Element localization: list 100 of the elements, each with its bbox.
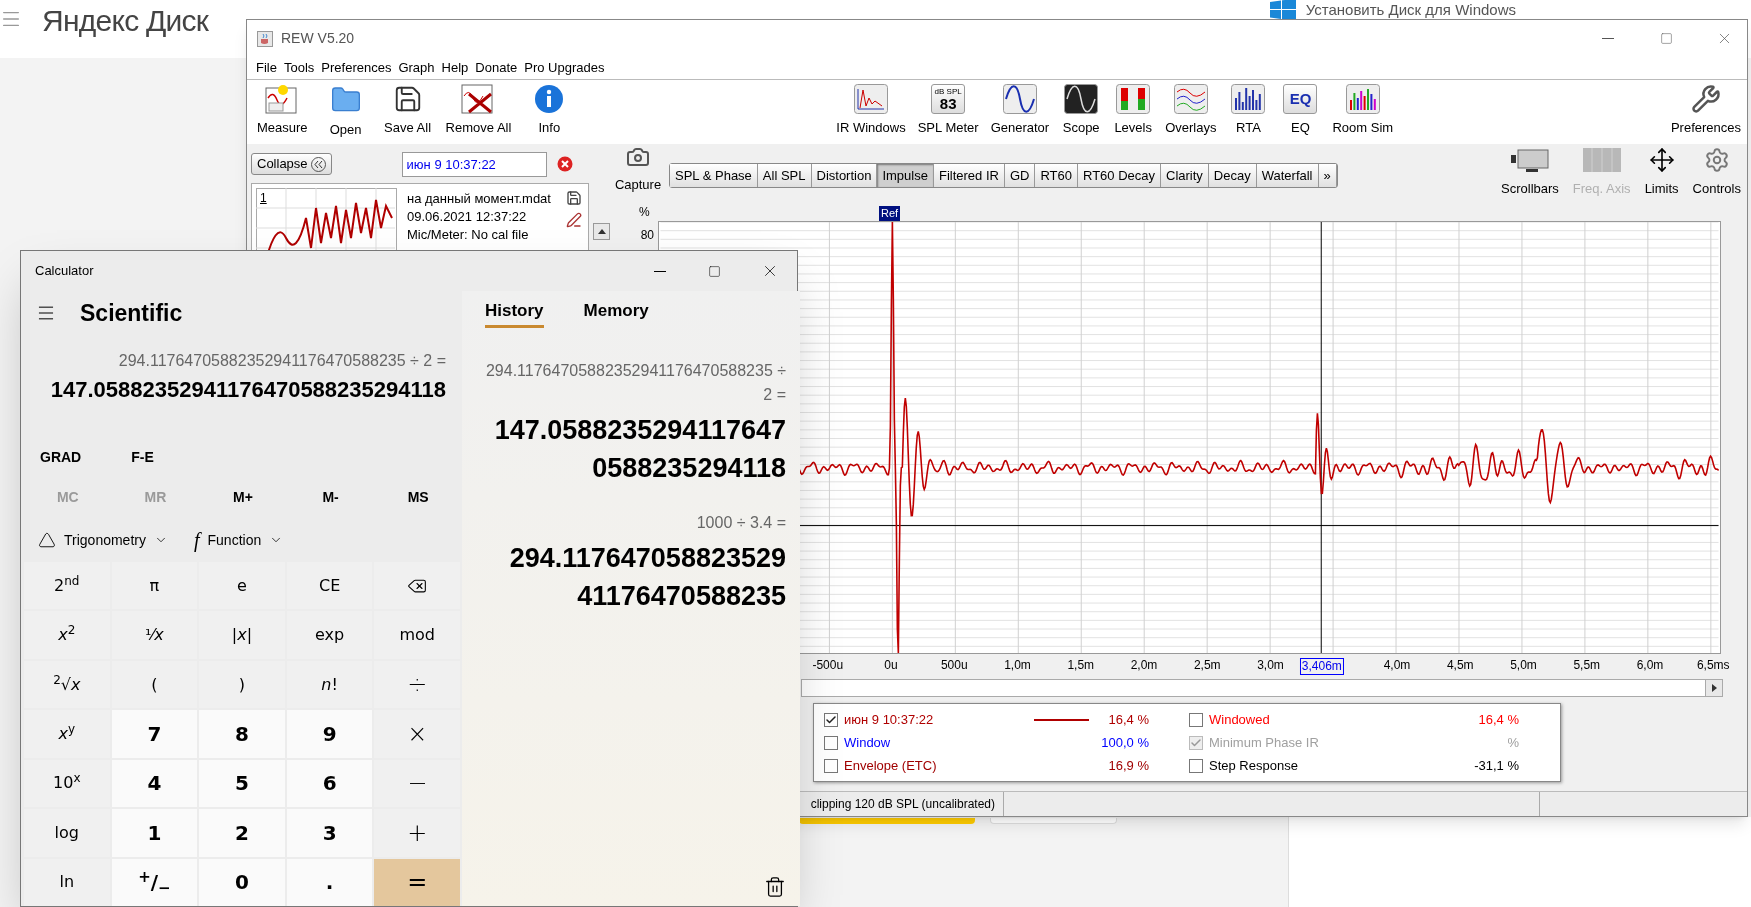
cursor-readout: 3,406m [1299,658,1344,675]
keypad-key[interactable]: ln [24,858,110,906]
capture-button[interactable]: Capture [613,144,663,194]
trash-icon[interactable] [764,876,786,898]
graph-tab[interactable]: SPL & Phase [670,164,758,187]
keypad-key[interactable]: CE [286,562,373,610]
graph-tab[interactable]: Distortion [811,164,878,187]
keypad-key[interactable]: 8 [199,710,285,758]
measurement-name-field[interactable]: июн 9 10:37:22 [401,151,547,177]
toolbar-button[interactable]: Room Sim [1327,84,1399,138]
keypad-key[interactable]: 1 [111,809,198,857]
toolbar-button[interactable]: dB SPL 83 SPL Meter [912,84,984,138]
graph-tab[interactable]: RT60 Decay [1078,164,1161,187]
keypad-key[interactable]: 7 [111,710,198,758]
collapse-button[interactable]: Collapse [251,153,332,175]
keypad-key[interactable]: 3 [286,809,373,857]
legend-checkbox[interactable] [824,712,838,727]
graph-tab[interactable]: Clarity [1161,164,1209,187]
keypad-key[interactable]: − [374,759,460,808]
menu-item[interactable]: Pro Upgrades [523,58,606,78]
toolbar-button[interactable]: EQ EQ [1275,84,1326,138]
menu-item[interactable]: Help [440,58,470,78]
toolbar-button[interactable]: RTA [1223,84,1274,138]
keypad-key[interactable]: 9 [286,710,373,758]
keypad-key[interactable]: 6 [286,759,373,808]
toolbar-button[interactable]: Remove All [439,84,518,140]
setting-toggle[interactable]: GRAD [40,446,82,468]
bar-graph-icon [1231,84,1266,114]
menu-item[interactable]: Donate [474,58,519,78]
keypad-key[interactable]: $^{+}$/$_{−}$ [111,858,198,906]
toolbar-button[interactable]: Measure [251,84,314,140]
toolbar-button[interactable]: Scope [1056,84,1107,138]
menu-item[interactable]: File [255,58,278,78]
keypad-key[interactable]: 2 [199,809,285,857]
view-button[interactable]: Scrollbars [1501,146,1559,198]
keypad-key[interactable]: 4 [111,759,198,808]
graph-tab[interactable]: RT60 [1035,164,1078,187]
keypad-key[interactable]: 2$^{nd}$ [24,562,110,610]
toolbar-button[interactable]: Save All [377,84,438,140]
graph-tab[interactable]: Filtered IR [933,164,1005,187]
panel-tab[interactable]: History [485,297,544,329]
toolbar-button[interactable]: Overlays [1160,84,1222,138]
measurement-info: на данный момент.mdat [407,190,551,208]
toolbar-button[interactable]: Levels [1108,84,1159,138]
graph-tab[interactable]: Decay [1208,164,1257,187]
scroll-right-button[interactable] [1705,680,1722,696]
keypad-key[interactable]: π [111,562,198,610]
legend-checkbox[interactable] [824,735,838,750]
toolbar-button[interactable]: Preferences [1670,84,1741,138]
keypad-key[interactable]: ¹⁄x [111,611,198,659]
keypad-key[interactable]: × [374,710,460,758]
dropdown-button[interactable]: f Function [193,529,284,551]
keypad-key[interactable]: 0 [199,858,285,906]
axis-tick-label: 2,0m [1130,658,1158,673]
keypad-key[interactable]: |x| [199,611,285,659]
keypad-key[interactable]: = [374,858,460,906]
memory-button[interactable]: MS [374,486,462,508]
toolbar-button[interactable]: IR Windows [831,84,911,138]
pen-icon[interactable] [566,212,582,228]
menu-item[interactable]: Graph [397,58,436,78]
keypad-key[interactable]: log [24,809,110,857]
delete-icon[interactable] [556,156,573,172]
keypad-key[interactable]: ÷ [374,660,460,709]
graph-tab[interactable]: Impulse [877,164,934,187]
setting-toggle[interactable]: F-E [131,446,154,468]
keypad-key[interactable]: 5 [199,759,285,808]
keypad-key[interactable] [374,562,460,610]
legend-checkbox[interactable] [824,758,838,773]
keypad-key[interactable]: ( [111,660,198,709]
dropdown-button[interactable]: Trigonometry [38,529,168,551]
graph-tab[interactable]: All SPL [757,164,812,187]
graph-tab[interactable]: Waterfall [1256,164,1319,187]
keypad-key[interactable]: n! [286,660,373,709]
toolbar-button[interactable]: Generator [985,84,1055,138]
triangle-icon [38,531,56,549]
menu-item[interactable]: Tools [282,58,316,78]
horizontal-scrollbar[interactable] [801,679,1723,697]
view-button[interactable]: Controls [1692,146,1741,198]
legend-checkbox[interactable] [1189,758,1203,773]
panel-tab[interactable]: Memory [583,297,649,329]
toolbar-button[interactable]: Info [519,84,580,140]
graph-tab[interactable]: GD [1004,164,1036,187]
memory-button[interactable]: M+ [199,486,287,508]
keypad-key[interactable]: e [199,562,285,610]
keypad-key[interactable]: exp [286,611,373,659]
keypad-key[interactable]: x$^{2}$ [24,611,110,659]
install-link[interactable]: Установить Диск для Windows [1305,1,1516,19]
keypad-key[interactable]: $^{2}$√x [24,660,110,709]
toolbar-button[interactable]: Open [315,84,376,140]
memory-button[interactable]: M- [286,486,375,508]
keypad-key[interactable]: + [374,809,460,857]
keypad-key[interactable]: . [286,858,373,906]
view-button[interactable]: Limits [1644,146,1679,198]
keypad-key[interactable]: ) [199,660,285,709]
keypad-key[interactable]: 10$^{x}$ [24,759,110,808]
menu-item[interactable]: Preferences [320,58,393,78]
scroll-up-button[interactable] [593,223,610,240]
legend-checkbox[interactable] [1189,712,1203,727]
keypad-key[interactable]: mod [374,611,460,659]
keypad-key[interactable]: x$^{y}$ [24,710,110,758]
